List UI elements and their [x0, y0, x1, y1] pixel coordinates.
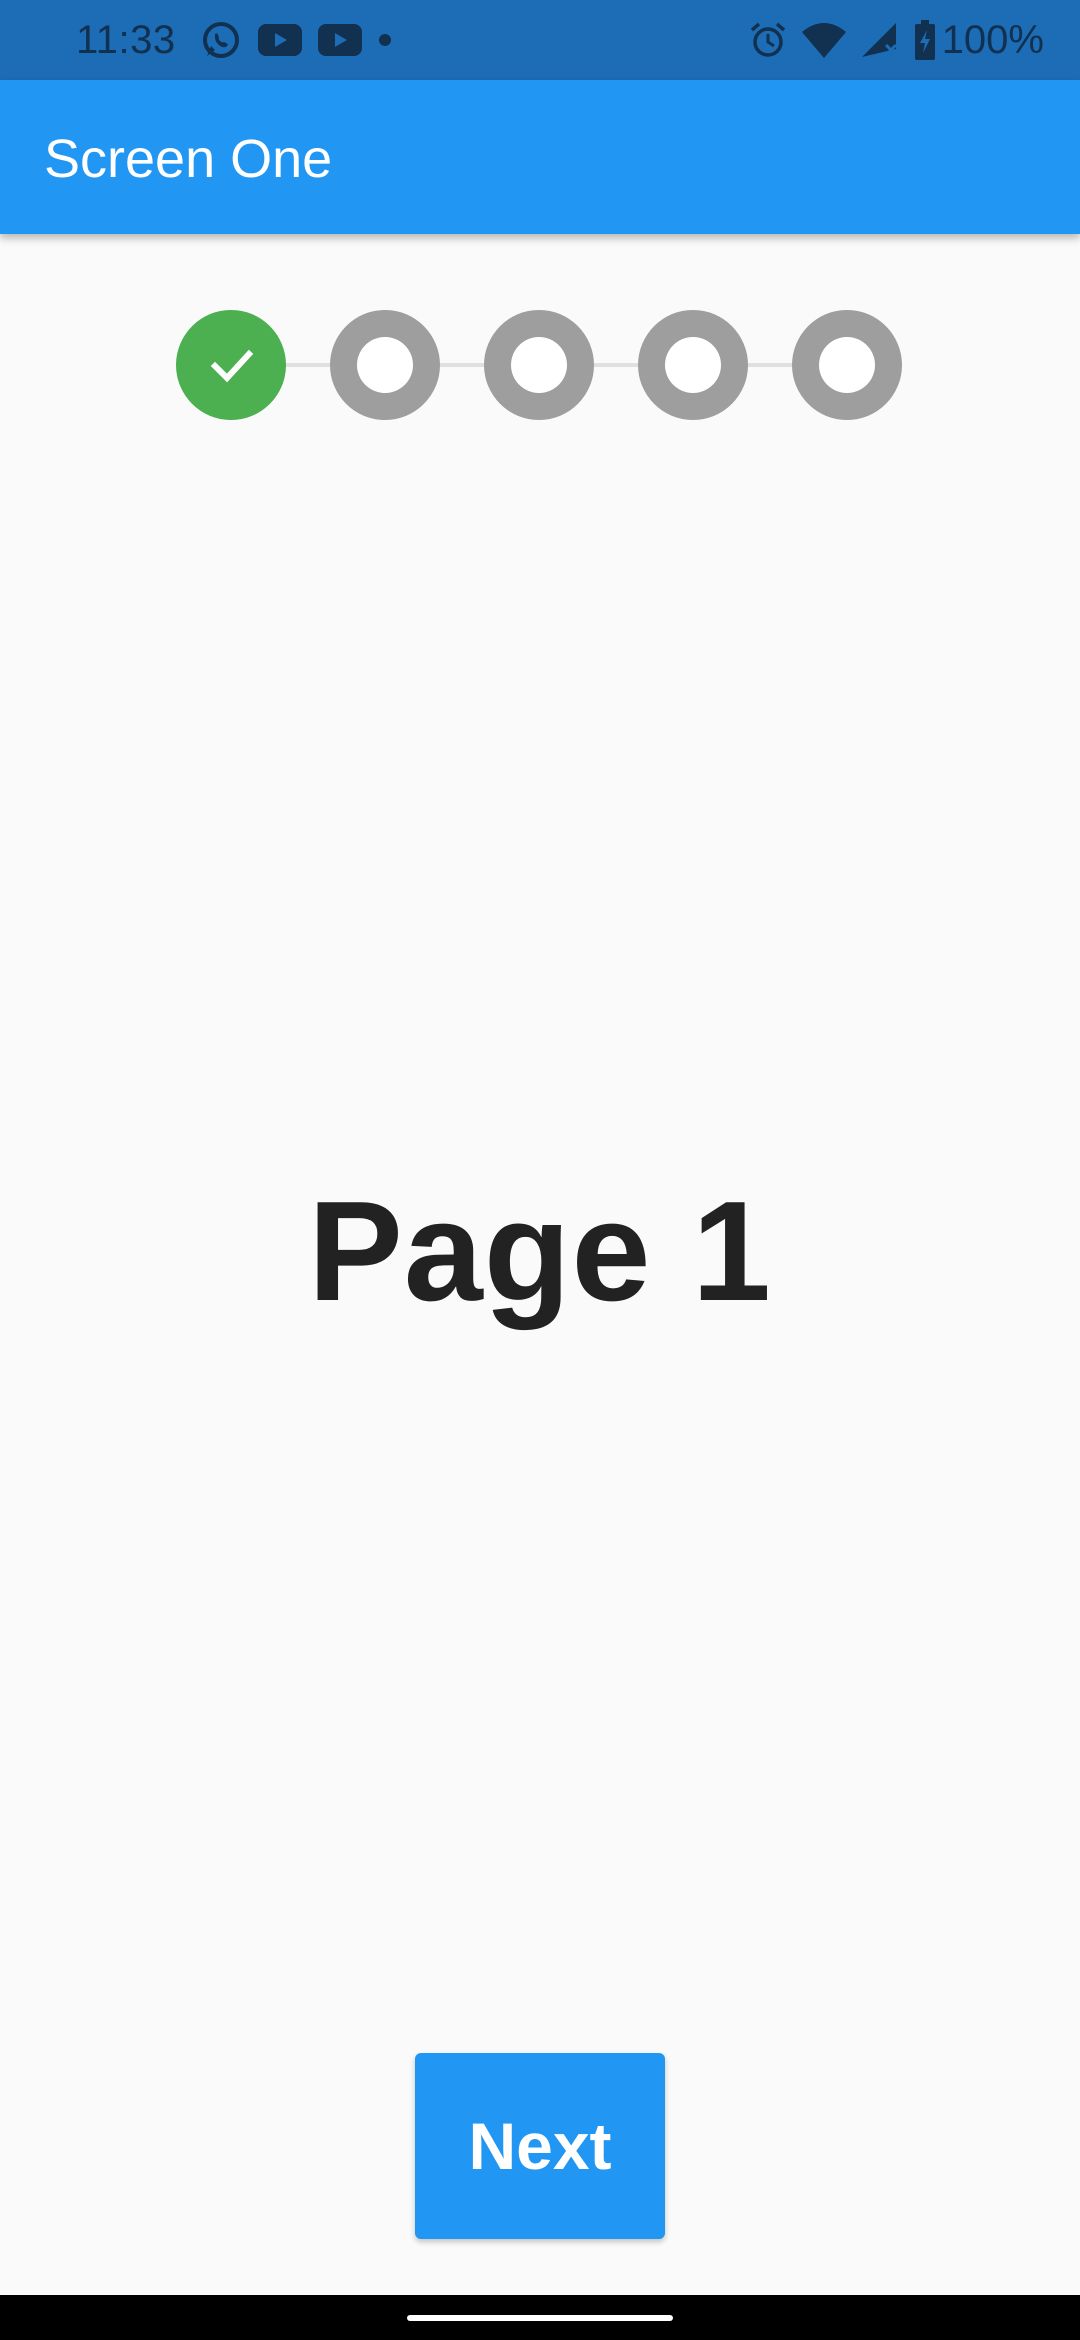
status-time: 11:33 [76, 18, 176, 62]
battery-percentage: 100% [941, 17, 1044, 62]
youtube-icon [318, 24, 362, 56]
signal-icon [860, 21, 900, 59]
page-heading: Page 1 [308, 1172, 772, 1331]
status-bar: 11:33 100% [0, 0, 1080, 80]
step-inner-circle [819, 337, 875, 393]
stepper [0, 310, 1080, 420]
status-system-icons: 100% [734, 16, 1044, 64]
step-1-completed[interactable] [176, 310, 286, 420]
app-bar: Screen One [0, 80, 1080, 234]
next-button[interactable]: Next [415, 2053, 665, 2239]
step-inner-circle [665, 337, 721, 393]
status-notification-icons [200, 18, 408, 62]
step-2-pending[interactable] [330, 310, 440, 420]
step-4-pending[interactable] [638, 310, 748, 420]
notification-dot-icon [378, 33, 392, 47]
step-3-pending[interactable] [484, 310, 594, 420]
navigation-bar [0, 2295, 1080, 2340]
step-inner-circle [511, 337, 567, 393]
screen: 11:33 100% Screen One Page 1 Next [0, 0, 1080, 2340]
wifi-icon [801, 22, 846, 58]
home-gesture-handle[interactable] [407, 2315, 673, 2321]
alarm-icon [748, 20, 788, 60]
battery-charging-icon [914, 20, 936, 60]
whatsapp-icon [200, 19, 242, 61]
step-5-pending[interactable] [792, 310, 902, 420]
youtube-icon [258, 24, 302, 56]
check-icon [210, 349, 254, 383]
step-inner-circle [357, 337, 413, 393]
page-title: Screen One [44, 129, 333, 189]
